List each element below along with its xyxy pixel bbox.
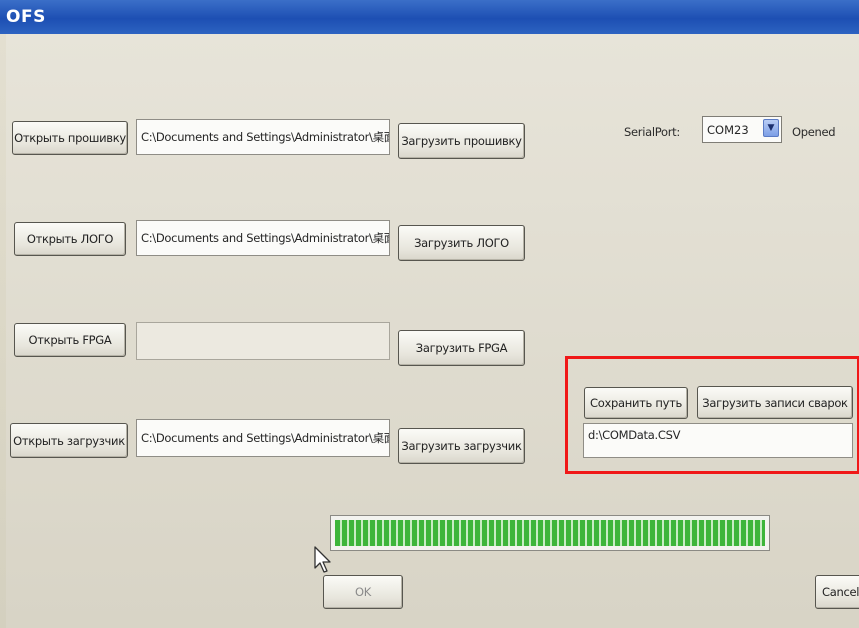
open-firmware-button[interactable]: Открыть прошивку [12,121,128,155]
load-firmware-button[interactable]: Загрузить прошивку [398,123,525,159]
load-logo-button[interactable]: Загрузить ЛОГО [398,225,525,261]
loader-path-field[interactable]: C:\Documents and Settings\Administrator\… [136,419,390,457]
chevron-down-icon[interactable]: ▼ [763,119,779,137]
firmware-path-field[interactable]: C:\Documents and Settings\Administrator\… [136,119,390,155]
app-window: OFS Открыть прошивку C:\Documents and Se… [0,0,859,628]
open-loader-button[interactable]: Открыть загрузчик [10,423,128,458]
open-logo-button[interactable]: Открыть ЛОГО [14,222,126,256]
serial-port-label: SerialPort: [624,125,680,139]
progress-track [335,520,765,546]
load-fpga-button[interactable]: Загрузить FPGA [398,330,525,366]
window-title: OFS [6,7,46,27]
serial-port-value: COM23 [707,122,749,137]
cancel-button[interactable]: Cancel [815,575,859,609]
open-fpga-button[interactable]: Открыть FPGA [14,323,126,357]
progress-fill [335,520,765,546]
load-weld-records-button[interactable]: Загрузить записи сварок [697,386,853,419]
ok-button[interactable]: OK [323,575,403,609]
mouse-pointer-icon [314,546,331,573]
load-loader-button[interactable]: Загрузить загрузчик [398,428,525,464]
serial-status-text: Opened [792,125,836,139]
title-bar: OFS [0,0,859,34]
logo-path-field[interactable]: C:\Documents and Settings\Administrator\… [136,220,390,256]
fpga-path-field[interactable] [136,322,390,360]
progress-bar [330,515,770,551]
serial-port-select[interactable]: COM23 ▼ [702,116,782,143]
save-path-button[interactable]: Сохранить путь [584,387,688,419]
records-path-field[interactable]: d:\COMData.CSV [583,423,853,458]
